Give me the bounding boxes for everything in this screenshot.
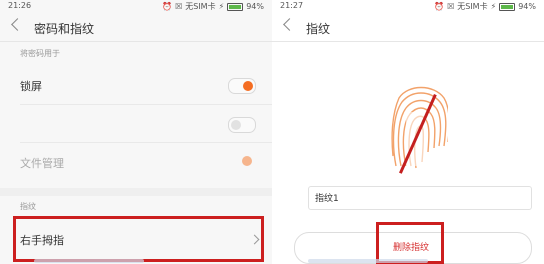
watermark-right <box>308 259 428 263</box>
fingerprint-item-highlight[interactable] <box>13 216 264 262</box>
section-gap <box>0 188 272 196</box>
no-sim-icon: ☒ <box>175 1 183 11</box>
battery-icon <box>499 2 516 11</box>
lock-screen-toggle[interactable] <box>228 78 256 94</box>
charging-icon: ⚡ <box>218 1 225 11</box>
nav-divider <box>0 41 272 42</box>
status-time: 21:27 <box>280 1 304 10</box>
row-separator <box>20 142 272 143</box>
battery-percent: 94% <box>246 2 264 11</box>
back-arrow-icon[interactable] <box>11 18 24 31</box>
fingerprint-detail-screen: 21:27 ⏰ ☒ 无SIM卡 ⚡ 94% 指纹 指纹1 删除指纹 <box>272 0 544 264</box>
status-bar: 21:26 ⏰ ☒ 无SIM卡 ⚡ 94% <box>0 0 272 13</box>
status-icons: ⏰ ☒ 无SIM卡 ⚡ 94% <box>434 1 536 12</box>
no-sim-icon: ☒ <box>447 1 455 11</box>
row-lock-screen-label: 锁屏 <box>20 80 42 93</box>
unlabeled-toggle[interactable] <box>228 117 256 133</box>
row-file-manager-label: 文件管理 <box>20 157 64 170</box>
carrier-label: 无SIM卡 <box>185 2 216 11</box>
section-header-usage: 将密码用于 <box>20 49 60 58</box>
nav-divider <box>272 41 544 42</box>
section-header-fingerprint: 指纹 <box>20 202 36 211</box>
status-time: 21:26 <box>8 1 32 10</box>
delete-button-highlight[interactable] <box>376 222 444 264</box>
charging-icon: ⚡ <box>490 1 497 11</box>
nav-bar: 指纹 <box>272 15 544 41</box>
fingerprint-name-value: 指纹1 <box>315 194 339 204</box>
alarm-icon: ⏰ <box>434 1 445 11</box>
row-separator <box>20 104 272 105</box>
carrier-label: 无SIM卡 <box>457 2 488 11</box>
watermark-left <box>34 259 144 263</box>
nav-bar: 密码和指纹 <box>0 15 272 41</box>
page-title: 指纹 <box>306 22 331 36</box>
back-arrow-icon[interactable] <box>283 18 296 31</box>
file-manager-toggle[interactable] <box>228 154 254 168</box>
password-fingerprint-screen: 21:26 ⏰ ☒ 无SIM卡 ⚡ 94% 密码和指纹 将密码用于 锁屏 文件管… <box>0 0 272 264</box>
status-bar: 21:27 ⏰ ☒ 无SIM卡 ⚡ 94% <box>272 0 544 13</box>
status-icons: ⏰ ☒ 无SIM卡 ⚡ 94% <box>162 1 264 12</box>
battery-icon <box>227 2 244 11</box>
battery-percent: 94% <box>518 2 536 11</box>
fingerprint-name-field[interactable]: 指纹1 <box>308 186 532 210</box>
page-title: 密码和指纹 <box>34 22 95 36</box>
alarm-icon: ⏰ <box>162 1 173 11</box>
